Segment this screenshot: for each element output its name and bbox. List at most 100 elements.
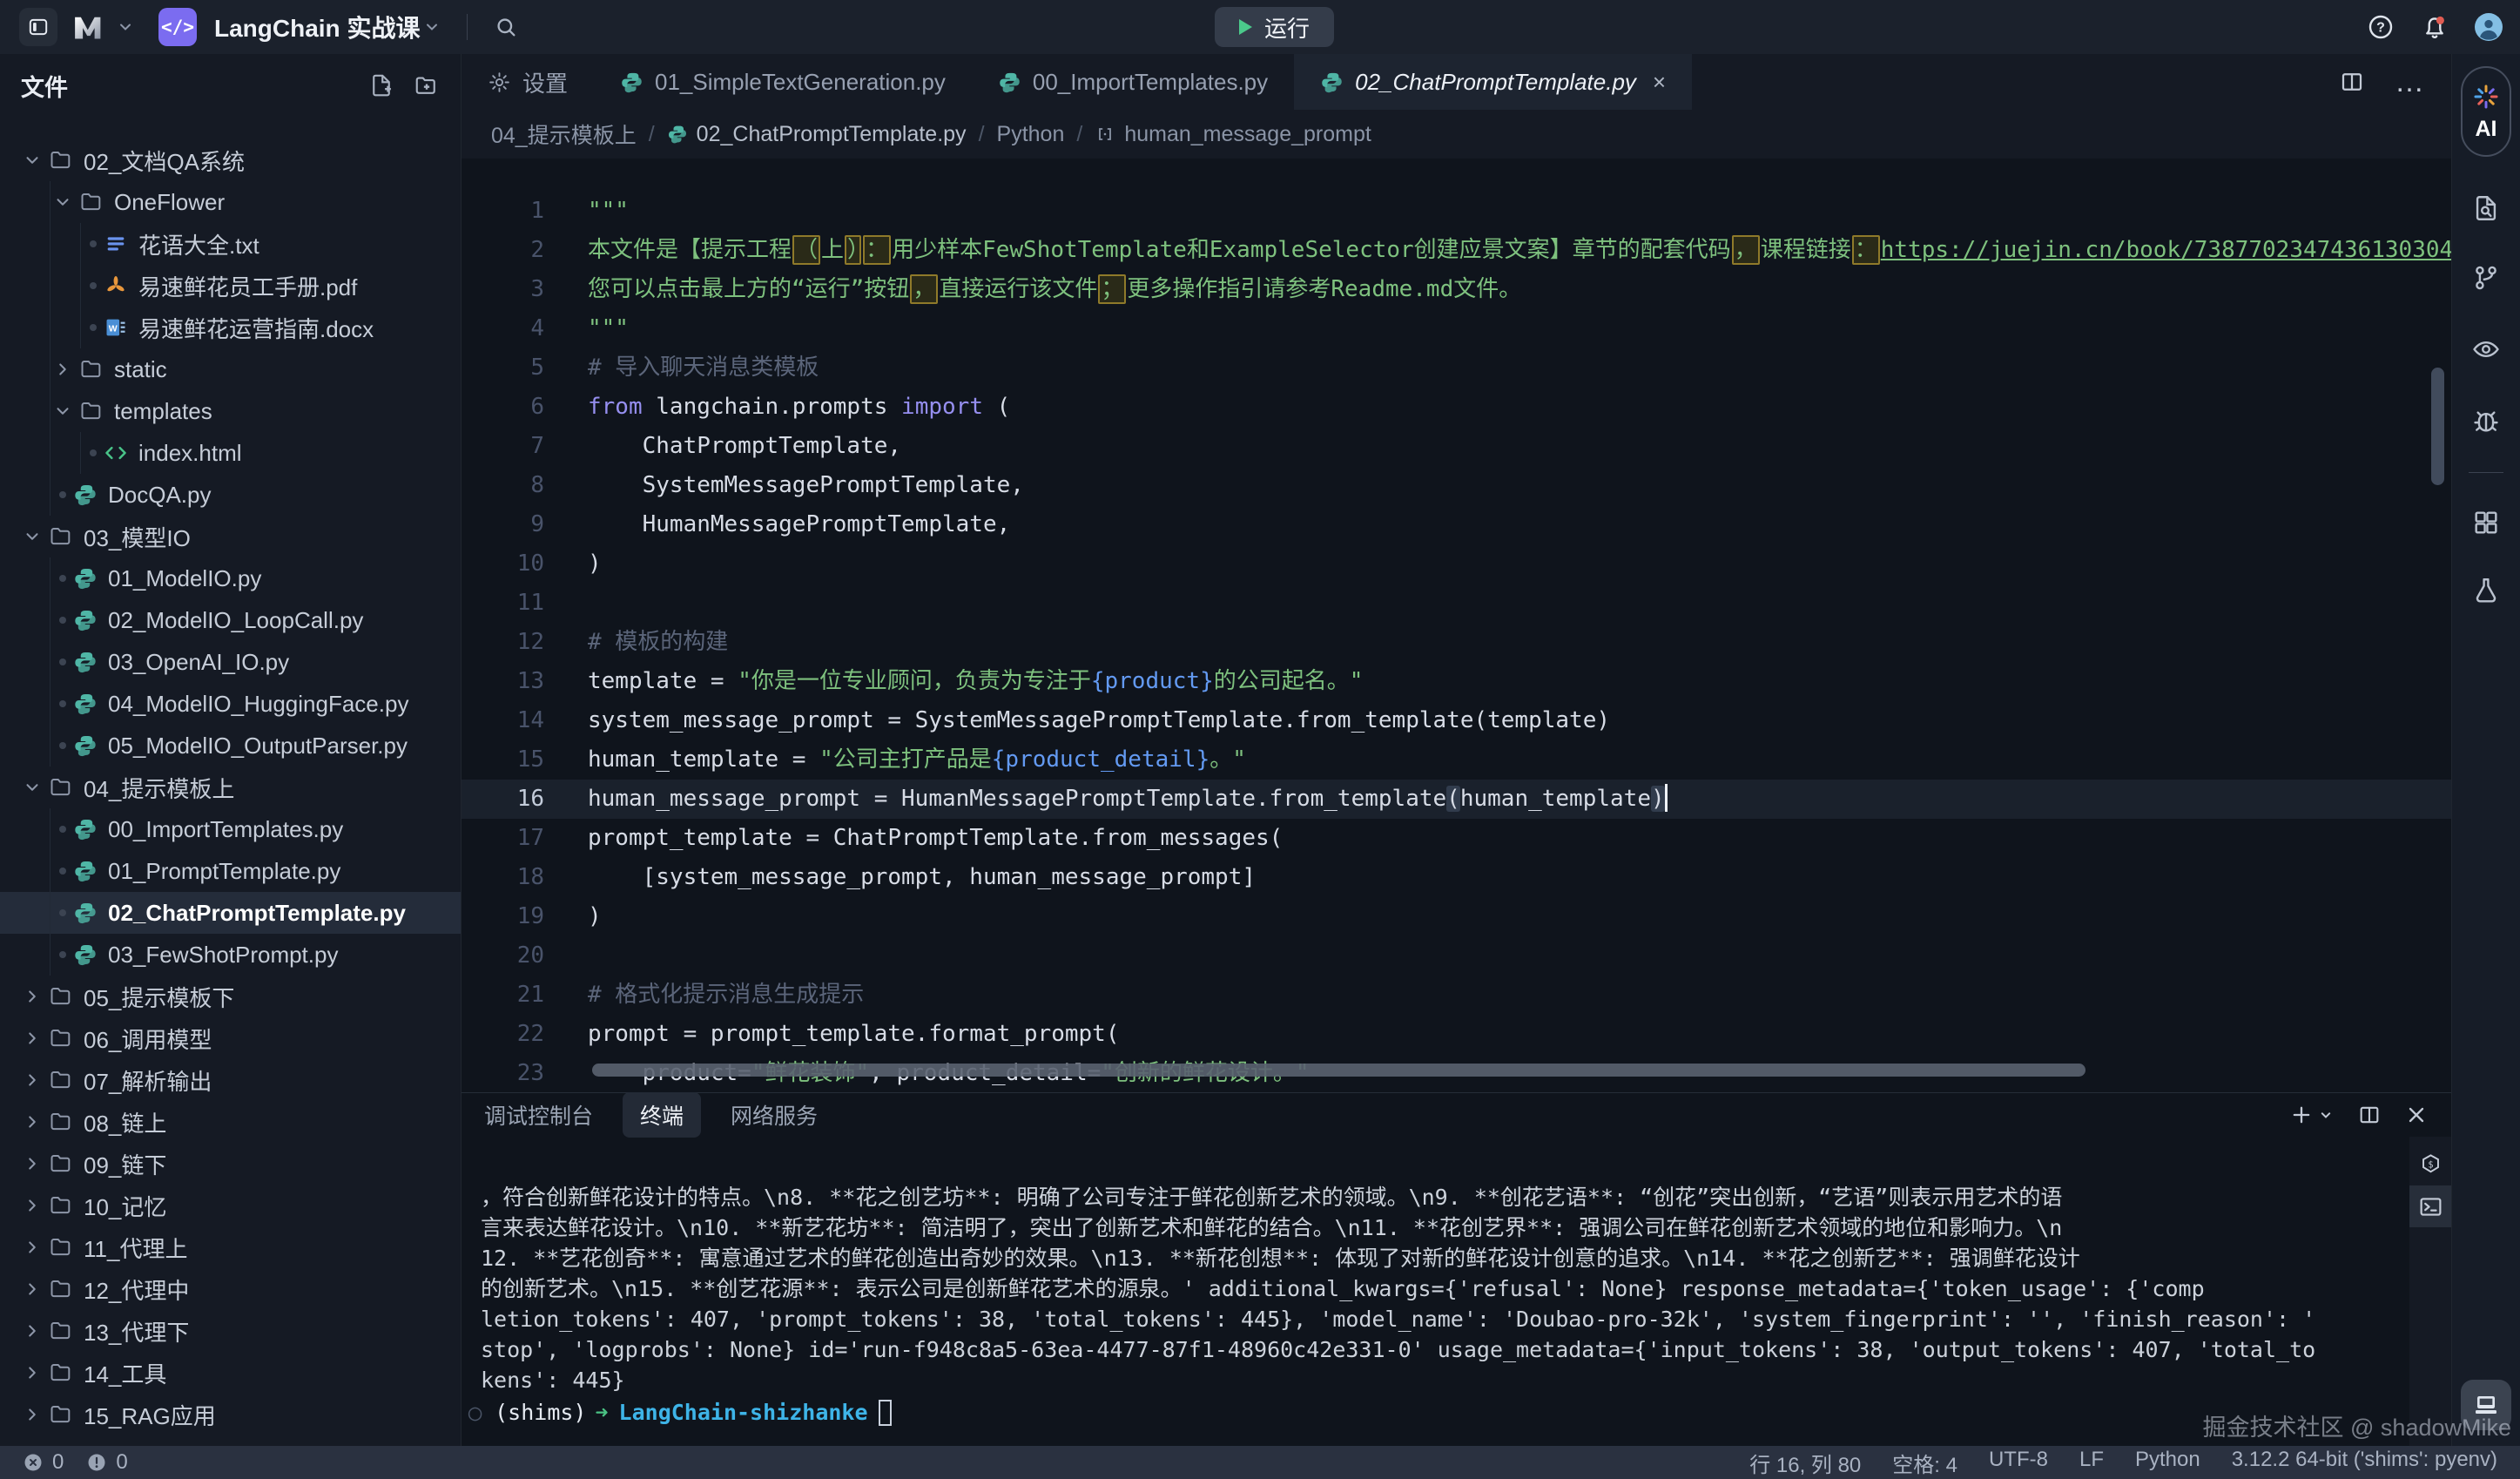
close-panel-icon[interactable] [2404, 1103, 2429, 1127]
status-item[interactable]: Python [2135, 1448, 2200, 1478]
tab-network-service[interactable]: 网络服务 [731, 1099, 818, 1131]
status-item[interactable]: 3.12.2 64-bit ('shims': pyenv) [2232, 1448, 2497, 1478]
source-control-icon[interactable] [2471, 263, 2501, 293]
problems-indicator[interactable]: 0 0 [23, 1450, 142, 1475]
file-search-icon[interactable] [2471, 193, 2501, 223]
code-line[interactable]: 20 [462, 936, 2451, 976]
editor-tab[interactable]: 02_ChatPromptTemplate.py× [1294, 54, 1692, 110]
status-item[interactable]: 空格: 4 [1892, 1448, 1957, 1478]
editor-tab[interactable]: 设置 [462, 54, 594, 110]
watch-eye-icon[interactable] [2471, 334, 2501, 364]
editor-tab[interactable]: 01_SimpleTextGeneration.py [594, 54, 972, 110]
tree-item[interactable]: 03_模型IO [0, 516, 461, 557]
code-line[interactable]: 9 HumanMessagePromptTemplate, [462, 505, 2451, 544]
tree-item[interactable]: 15_RAG应用 [0, 1394, 461, 1435]
breadcrumb-item[interactable]: 04_提示模板上 [491, 118, 637, 150]
tree-item[interactable]: 14_工具 [0, 1352, 461, 1394]
tree-item[interactable]: 04_提示模板上 [0, 767, 461, 808]
status-item[interactable]: UTF-8 [1989, 1448, 2048, 1478]
breadcrumb-item[interactable]: human_message_prompt [1095, 122, 1371, 147]
code-line[interactable]: 4""" [462, 309, 2451, 348]
tree-item[interactable]: W易速鲜花运营指南.docx [0, 307, 461, 348]
code-line[interactable]: 21# 格式化提示消息生成提示 [462, 976, 2451, 1015]
code-line[interactable]: 18 [system_message_prompt, human_message… [462, 858, 2451, 897]
status-item[interactable]: 行 16, 列 80 [1749, 1448, 1861, 1478]
code-editor[interactable]: 1"""2本文件是【提示工程（上）：用少样本FewShotTemplate和Ex… [462, 159, 2451, 1092]
avatar[interactable] [2475, 13, 2503, 41]
code-line[interactable]: 13template = "你是一位专业顾问，负责为专注于{product}的公… [462, 662, 2451, 701]
code-line[interactable]: 6from langchain.prompts import ( [462, 388, 2451, 427]
tree-item[interactable]: OneFlower [0, 181, 461, 223]
tree-item[interactable]: templates [0, 390, 461, 432]
test-flask-icon[interactable] [2471, 576, 2501, 605]
debug-bug-icon[interactable] [2471, 406, 2501, 436]
tree-item[interactable]: 01_ModelIO.py [0, 557, 461, 599]
code-line[interactable]: 8 SystemMessagePromptTemplate, [462, 466, 2451, 505]
code-line[interactable]: 5# 导入聊天消息类模板 [462, 348, 2451, 388]
code-line[interactable]: 10) [462, 544, 2451, 584]
tab-terminal[interactable]: 终端 [623, 1092, 701, 1138]
tree-item[interactable]: 12_代理中 [0, 1268, 461, 1310]
code-line[interactable]: 15human_template = "公司主打产品是{product_deta… [462, 740, 2451, 780]
breadcrumb-item[interactable]: Python [997, 122, 1065, 147]
new-file-icon[interactable] [368, 72, 394, 98]
split-terminal-icon[interactable] [2357, 1103, 2382, 1127]
run-button[interactable]: 运行 [1215, 7, 1334, 47]
ai-assistant-button[interactable]: AI [2461, 66, 2511, 157]
tree-item[interactable]: 11_代理上 [0, 1226, 461, 1268]
more-actions-icon[interactable]: … [2395, 73, 2427, 91]
help-icon[interactable]: ? [2367, 13, 2395, 41]
tree-item[interactable]: index.html [0, 432, 461, 474]
tree-item[interactable]: 08_链上 [0, 1101, 461, 1143]
tree-item[interactable]: 09_链下 [0, 1143, 461, 1185]
tree-item[interactable]: 00_ImportTemplates.py [0, 808, 461, 850]
code-line[interactable]: 7 ChatPromptTemplate, [462, 427, 2451, 466]
code-line[interactable]: 11 [462, 584, 2451, 623]
code-line[interactable]: 1""" [462, 192, 2451, 231]
sidebar-toggle-button[interactable] [19, 8, 57, 46]
tree-item[interactable]: 13_代理下 [0, 1310, 461, 1352]
extensions-icon[interactable] [2471, 508, 2501, 537]
code-line[interactable]: 12# 模板的构建 [462, 623, 2451, 662]
code-line[interactable]: 19) [462, 897, 2451, 936]
tree-item[interactable]: 02_文档QA系统 [0, 139, 461, 181]
tree-item[interactable]: 02_ModelIO_LoopCall.py [0, 599, 461, 641]
tree-item[interactable]: 花语大全.txt [0, 223, 461, 265]
status-item[interactable]: LF [2079, 1448, 2104, 1478]
shell-env-item[interactable]: $ [2409, 1144, 2451, 1185]
tree-item[interactable]: 03_FewShotPrompt.py [0, 934, 461, 976]
editor-tab[interactable]: 00_ImportTemplates.py [972, 54, 1294, 110]
code-line[interactable]: 14system_message_prompt = SystemMessageP… [462, 701, 2451, 740]
vertical-scrollbar[interactable] [2431, 368, 2444, 485]
tree-item[interactable]: 05_ModelIO_OutputParser.py [0, 725, 461, 767]
code-line[interactable]: 2本文件是【提示工程（上）：用少样本FewShotTemplate和Exampl… [462, 231, 2451, 270]
product-logo[interactable] [70, 11, 134, 43]
code-line[interactable]: 22prompt = prompt_template.format_prompt… [462, 1015, 2451, 1054]
new-folder-icon[interactable] [414, 72, 440, 98]
tree-item[interactable]: 02_ChatPromptTemplate.py [0, 892, 461, 934]
terminal-output[interactable]: ，符合创新鲜花设计的特点。\n8. **花之创艺坊**: 明确了公司专注于鲜花创… [462, 1137, 2409, 1446]
tree-item[interactable]: 10_记忆 [0, 1185, 461, 1226]
tree-item[interactable]: 易速鲜花员工手册.pdf [0, 265, 461, 307]
tree-item[interactable]: 01_PromptTemplate.py [0, 850, 461, 892]
tab-debug-console[interactable]: 调试控制台 [484, 1099, 593, 1131]
tree-item[interactable]: 07_解析输出 [0, 1059, 461, 1101]
horizontal-scrollbar[interactable] [592, 1064, 2085, 1077]
tree-item[interactable]: 06_调用模型 [0, 1017, 461, 1059]
terminal-instance-item[interactable] [2409, 1185, 2451, 1227]
tree-item[interactable]: 04_ModelIO_HuggingFace.py [0, 683, 461, 725]
tree-item[interactable]: static [0, 348, 461, 390]
tree-item[interactable]: DocQA.py [0, 474, 461, 516]
split-editor-icon[interactable] [2339, 69, 2365, 95]
tree-item[interactable]: 03_OpenAI_IO.py [0, 641, 461, 683]
breadcrumb-item[interactable]: 02_ChatPromptTemplate.py [667, 122, 967, 147]
code-line[interactable]: 3您可以点击最上方的“运行”按钮，直接运行该文件；更多操作指引请参考Readme… [462, 270, 2451, 309]
code-line[interactable]: 17prompt_template = ChatPromptTemplate.f… [462, 819, 2451, 858]
tree-item[interactable]: 05_提示模板下 [0, 976, 461, 1017]
project-switcher[interactable]: LangChain 实战课 [209, 10, 441, 44]
close-icon[interactable]: × [1653, 69, 1666, 96]
notifications-icon[interactable] [2421, 13, 2449, 41]
search-icon[interactable] [494, 15, 518, 39]
new-terminal-button[interactable] [2289, 1103, 2335, 1127]
code-line[interactable]: 16human_message_prompt = HumanMessagePro… [462, 780, 2451, 819]
